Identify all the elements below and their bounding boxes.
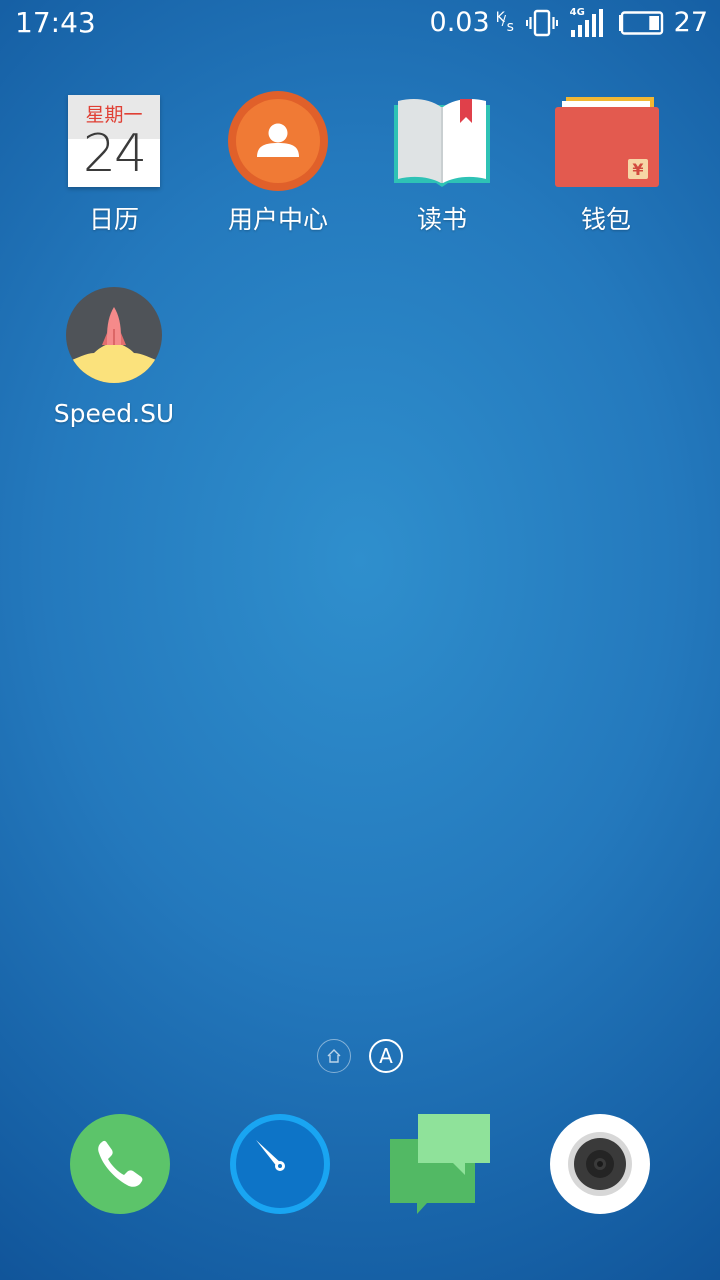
- calendar-icon: 星期一 24: [64, 91, 164, 191]
- network-type: 4G: [569, 7, 585, 18]
- camera-icon: [549, 1114, 651, 1219]
- dock-messages[interactable]: [389, 1113, 491, 1215]
- battery-icon: [618, 11, 664, 35]
- app-page-indicator[interactable]: A: [369, 1039, 403, 1073]
- network-speed-unit-s: s: [506, 19, 514, 35]
- wallet-icon: ¥: [555, 91, 659, 191]
- app-calendar[interactable]: 星期一 24 日历: [32, 91, 196, 235]
- network-speed-unit: K / s: [495, 10, 514, 35]
- status-time: 17:43: [15, 6, 96, 39]
- app-label: 日历: [88, 205, 139, 234]
- app-wallet[interactable]: ¥ 钱包: [524, 91, 688, 235]
- vibrate-icon: [525, 9, 558, 37]
- status-indicators: 0.03 K / s 4G 27: [430, 5, 708, 41]
- home-page-indicator[interactable]: [317, 1039, 351, 1073]
- app-label: 钱包: [580, 205, 631, 234]
- calendar-day: 24: [82, 124, 147, 184]
- app-label: Speed.SU: [53, 399, 175, 428]
- compass-icon: [229, 1114, 331, 1219]
- messages-icon: [389, 1114, 491, 1219]
- battery-level: 27: [673, 7, 708, 38]
- app-user-center[interactable]: 用户中心: [196, 91, 360, 235]
- home-icon: [326, 1048, 342, 1064]
- app-speed-su[interactable]: Speed.SU: [32, 285, 196, 429]
- app-label: 用户中心: [227, 205, 328, 234]
- signal-icon: 4G: [570, 8, 606, 38]
- user-center-icon: [228, 91, 328, 191]
- rocket-icon: [64, 285, 164, 385]
- network-speed: 0.03: [429, 7, 490, 38]
- book-icon: [392, 91, 492, 191]
- app-label: 读书: [416, 205, 467, 234]
- phone-icon: [69, 1114, 171, 1219]
- svg-text:¥: ¥: [632, 160, 643, 179]
- status-bar: 17:43 0.03 K / s 4G 27: [0, 0, 720, 48]
- dock-browser[interactable]: [229, 1113, 331, 1215]
- dock-camera[interactable]: [549, 1113, 651, 1215]
- app-reading[interactable]: 读书: [360, 91, 524, 235]
- dock-phone[interactable]: [69, 1113, 171, 1215]
